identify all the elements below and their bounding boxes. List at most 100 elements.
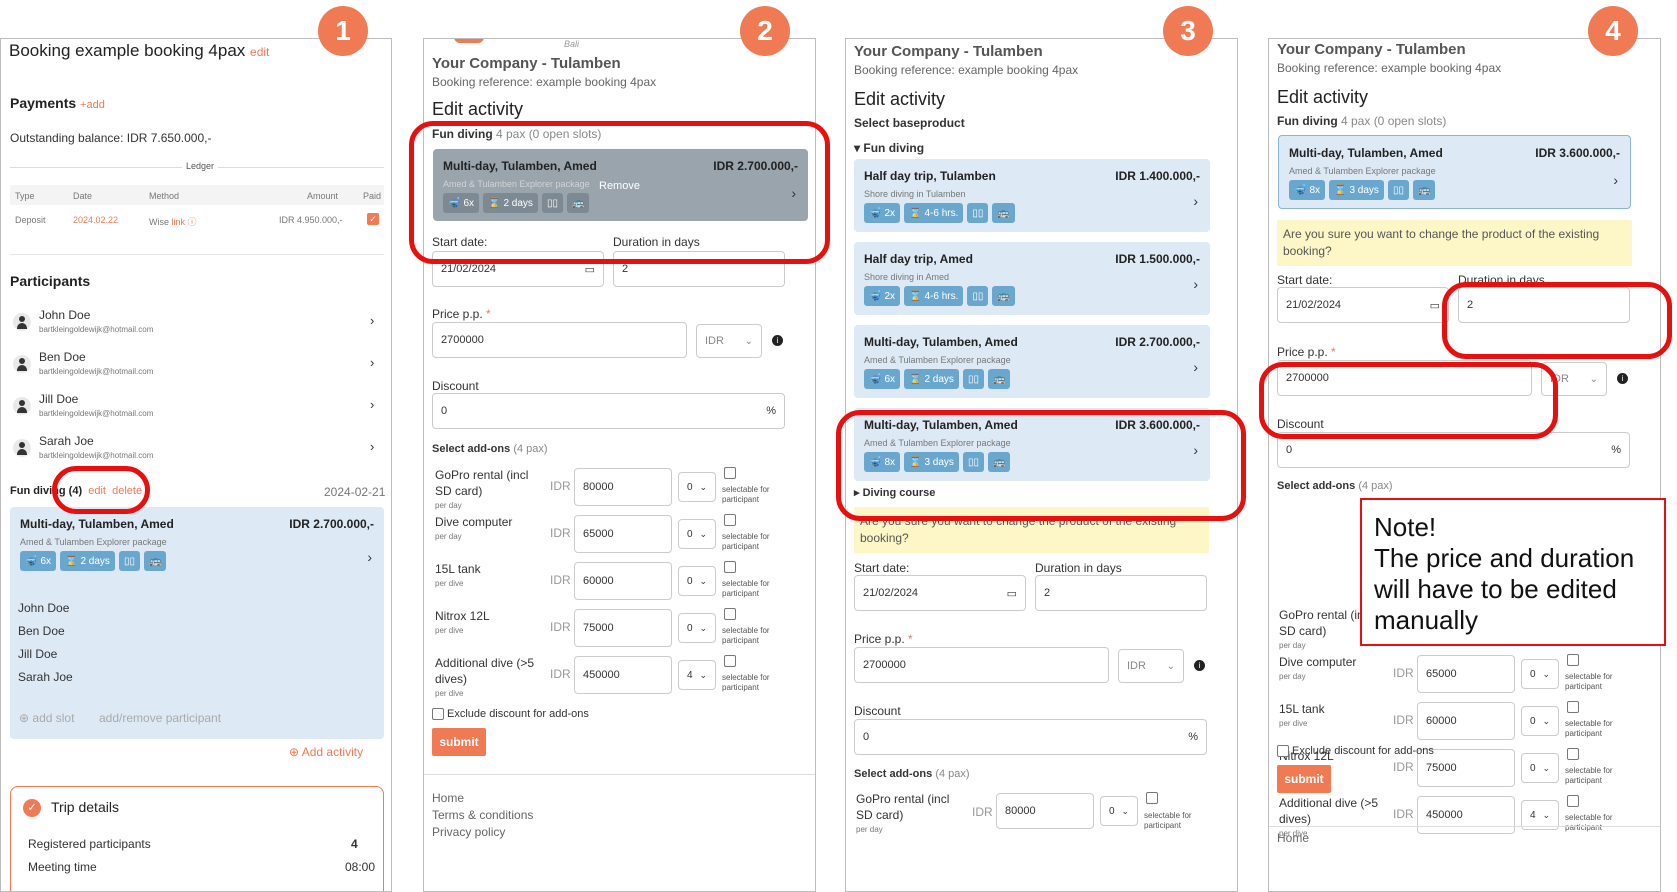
add-remove-participant-link[interactable]: add/remove participant [99, 711, 221, 725]
selectable-checkbox[interactable] [1567, 795, 1579, 807]
exclude-checkbox[interactable] [1277, 745, 1289, 757]
addon-qty-select[interactable]: 0⌄ [1521, 753, 1559, 783]
price-input[interactable]: 2700000 [432, 322, 687, 358]
selectable-label: selectable for participant [722, 626, 770, 645]
activity-edit-link[interactable]: edit [88, 485, 106, 497]
info-icon[interactable]: i [772, 335, 783, 346]
add-activity-button[interactable]: ⊕ Add activity [289, 745, 363, 759]
start-date-input[interactable]: 21/02/2024 ▭ [432, 251, 604, 287]
footer-privacy-link[interactable]: Privacy policy [432, 825, 505, 839]
bus-icon: 🚌 [148, 555, 162, 567]
chevron-right-icon: › [1193, 442, 1198, 458]
participant-row[interactable]: Ben Doe bartkleingoldewijk@hotmail.com › [10, 349, 384, 385]
addon-price-input[interactable]: 60000 [574, 562, 672, 600]
info-icon[interactable]: i [1194, 660, 1205, 671]
title-edit-link[interactable]: edit [250, 45, 269, 59]
participant-email: bartkleingoldewijk@hotmail.com [39, 409, 154, 418]
duration-input[interactable]: 2 [1035, 575, 1207, 611]
discount-input[interactable]: 0% [854, 719, 1207, 755]
submit-button[interactable]: submit [432, 728, 486, 756]
ledger-link[interactable]: link [172, 217, 186, 227]
calendar-icon[interactable]: ▭ [1007, 587, 1017, 600]
remove-link[interactable]: Remove [599, 180, 640, 192]
addon-qty-value: 0 [687, 622, 693, 634]
diving-course-group[interactable]: ▸ Diving course [854, 486, 935, 499]
activity-delete-link[interactable]: delete [112, 485, 142, 497]
discount-input[interactable]: 0% [432, 393, 785, 429]
logo-text: Bali [564, 39, 580, 49]
calendar-icon[interactable]: ▭ [585, 263, 595, 276]
user-icon [13, 397, 31, 415]
selectable-checkbox[interactable] [724, 608, 736, 620]
price-input[interactable]: 2700000 [854, 647, 1109, 683]
selectable-checkbox[interactable] [1567, 654, 1579, 666]
transport-chip: 🚌 [566, 193, 590, 213]
discount-input[interactable]: 0% [1277, 432, 1630, 468]
currency-select[interactable]: IDR ⌄ [1541, 362, 1607, 396]
participant-name: Sarah Joe [39, 434, 94, 448]
chevron-down-icon: ⌄ [1589, 373, 1598, 385]
submit-button[interactable]: submit [1277, 765, 1331, 793]
product-card[interactable]: Half day trip, Tulamben IDR 1.400.000,- Sh… [854, 159, 1210, 232]
selectable-checkbox[interactable] [724, 655, 736, 667]
footer-terms-link[interactable]: Terms & conditions [432, 808, 533, 822]
addon-price-input[interactable]: 450000 [1417, 796, 1515, 834]
product-title: Multi-day, Tulamben, Amed [1289, 146, 1443, 160]
addon-qty-select[interactable]: 0⌄ [678, 566, 716, 596]
start-date-input[interactable]: 21/02/2024 ▭ [854, 575, 1026, 611]
info-icon[interactable]: i [1617, 373, 1628, 384]
add-slot-link[interactable]: ⊕ add slot [19, 711, 74, 725]
addon-price-input[interactable]: 80000 [996, 793, 1094, 829]
product-subtitle: Amed & Tulamben Explorer package [443, 179, 590, 189]
selectable-checkbox[interactable] [724, 467, 736, 479]
selected-product-card[interactable]: Multi-day, Tulamben, Amed IDR 3.600.000,… [1278, 135, 1631, 209]
addon-qty-select[interactable]: 0⌄ [1100, 796, 1138, 826]
addon-price-input[interactable]: 65000 [574, 515, 672, 553]
addon-qty-select[interactable]: 0⌄ [1521, 706, 1559, 736]
addon-price-input[interactable]: 80000 [574, 468, 672, 506]
addon-qty-select[interactable]: 0⌄ [678, 613, 716, 643]
footer-home-link[interactable]: Home [432, 791, 464, 805]
start-date-input[interactable]: 21/02/2024 ▭ [1277, 287, 1449, 323]
product-card[interactable]: Multi-day, Tulamben, Amed IDR 3.600.000,-… [854, 408, 1210, 481]
participant-row[interactable]: Sarah Joe bartkleingoldewijk@hotmail.com… [10, 433, 384, 469]
selectable-checkbox[interactable] [724, 514, 736, 526]
dives-count: 6x [40, 555, 52, 567]
participant-row[interactable]: John Doe bartkleingoldewijk@hotmail.com … [10, 307, 384, 343]
activity-type: Fun diving 4 pax (0 open slots) [1277, 114, 1447, 128]
addon-price-input[interactable]: 65000 [1417, 655, 1515, 693]
selectable-checkbox[interactable] [1567, 701, 1579, 713]
payments-add-link[interactable]: +add [80, 99, 105, 111]
exclude-checkbox[interactable] [432, 708, 444, 720]
footer-home-link[interactable]: Home [1277, 831, 1309, 845]
addon-qty-select[interactable]: 0⌄ [678, 519, 716, 549]
duration-input[interactable]: 2 [1458, 287, 1630, 323]
paid-checkbox[interactable]: ✓ [367, 213, 379, 225]
addon-price-input[interactable]: 450000 [574, 656, 672, 694]
currency-select[interactable]: IDR ⌄ [696, 324, 762, 358]
selectable-checkbox[interactable] [1146, 792, 1158, 804]
product-card[interactable]: Multi-day, Tulamben, Amed IDR 2.700.000,-… [854, 325, 1210, 398]
fun-diving-group[interactable]: ▾ Fun diving [854, 141, 924, 155]
currency-select[interactable]: IDR ⌄ [1118, 649, 1184, 683]
duration-input[interactable]: 2 [613, 251, 785, 287]
duration-value: 3 days [1349, 184, 1379, 196]
price-input[interactable]: 2700000 [1277, 360, 1532, 396]
product-card[interactable]: Half day trip, Amed IDR 1.500.000,- Shore … [854, 242, 1210, 315]
activity-card[interactable]: Multi-day, Tulamben, Amed IDR 2.700.000,… [10, 507, 384, 739]
participant-row[interactable]: Jill Doe bartkleingoldewijk@hotmail.com … [10, 391, 384, 427]
selectable-checkbox[interactable] [1567, 748, 1579, 760]
addon-qty-select[interactable]: 4 ⌄ [678, 660, 716, 690]
selectable-checkbox[interactable] [724, 561, 736, 573]
addon-price-input[interactable]: 75000 [574, 609, 672, 647]
exclude-discount-row[interactable]: Exclude discount for add-ons [1277, 745, 1434, 757]
calendar-icon[interactable]: ▭ [1430, 299, 1440, 312]
duration-chip: ⌛ 2 days [483, 193, 538, 213]
addon-qty-select[interactable]: 0⌄ [678, 472, 716, 502]
product-chips: 🤿 2x ⌛ 4-6 hrs. ▯▯ 🚌 [864, 203, 1015, 223]
info-icon[interactable]: ⓘ [188, 217, 197, 227]
addon-price-input[interactable]: 60000 [1417, 702, 1515, 740]
exclude-discount-row[interactable]: Exclude discount for add-ons [432, 708, 589, 720]
selected-product-card[interactable]: Multi-day, Tulamben, Amed IDR 2.700.000,… [433, 149, 808, 221]
addon-qty-select[interactable]: 0⌄ [1521, 659, 1559, 689]
